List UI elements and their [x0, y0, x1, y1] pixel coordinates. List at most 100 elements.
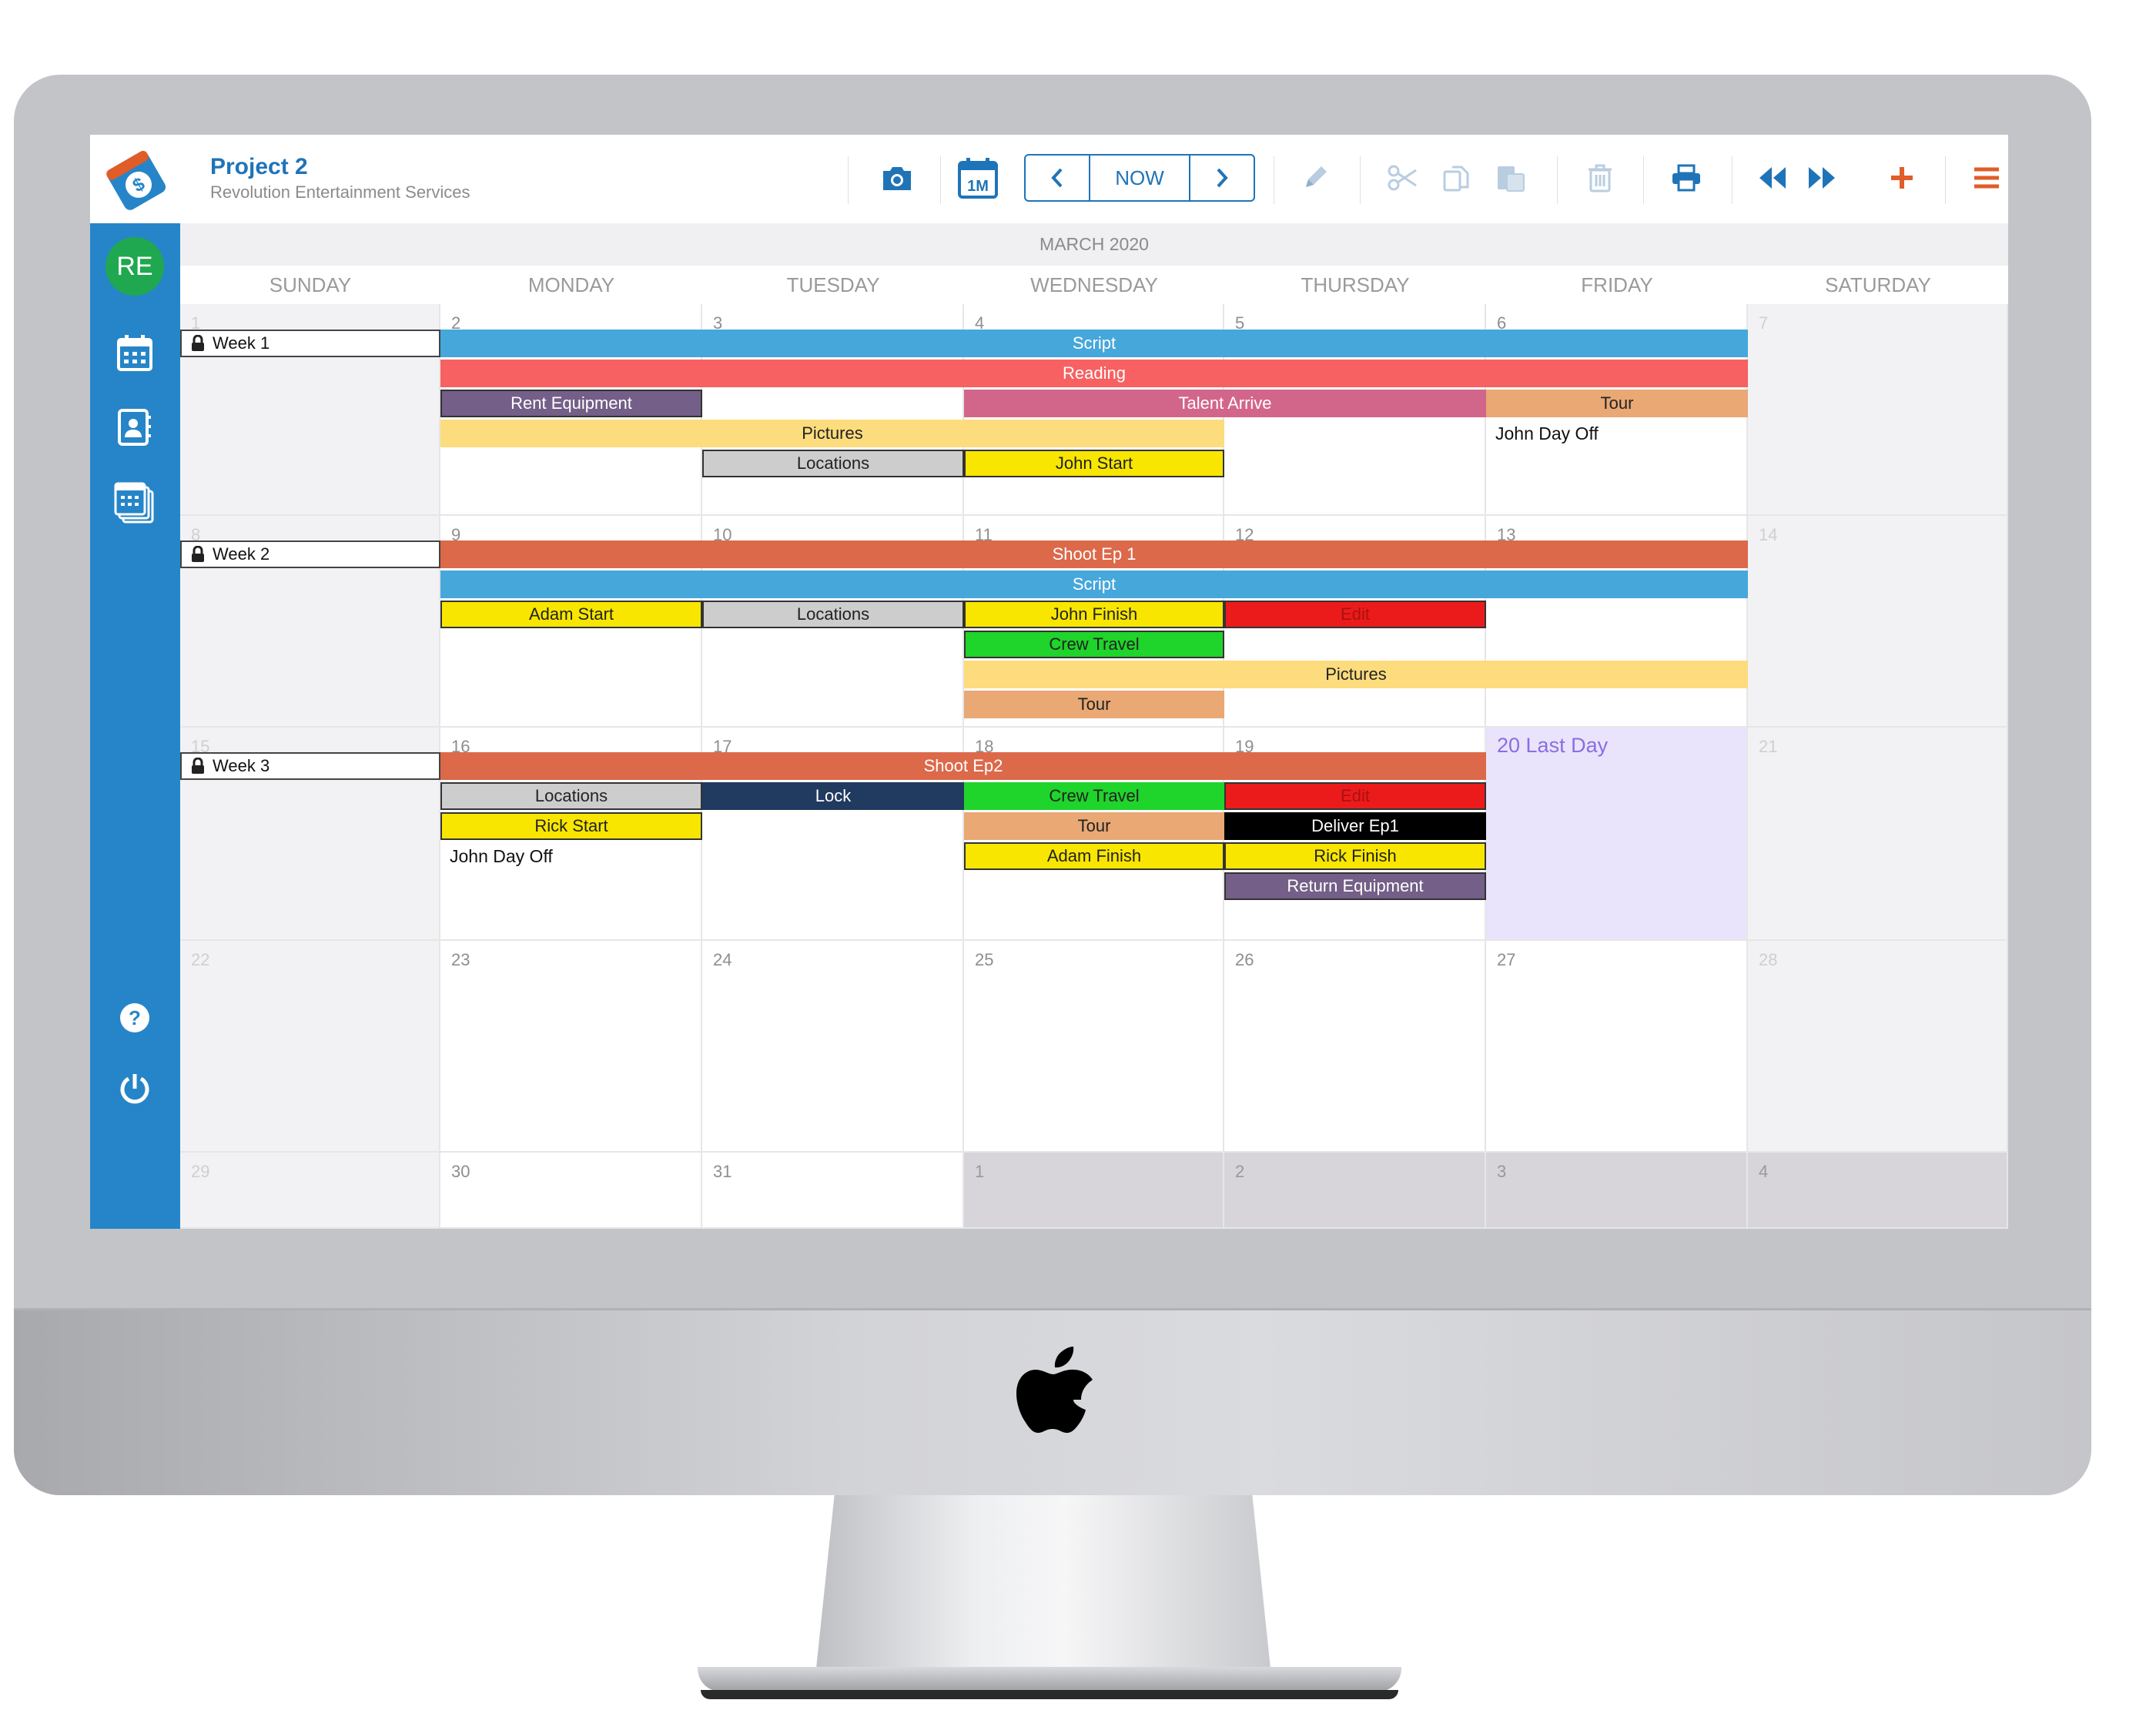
event-w3-shoot-ep2[interactable]: Shoot Ep2 — [440, 752, 1486, 780]
event-w3-return-equipment[interactable]: Return Equipment — [1224, 872, 1486, 900]
day-cell[interactable]: 3 — [1486, 1153, 1748, 1229]
note-w1-john-day-off[interactable]: John Day Off — [1495, 420, 1599, 447]
trash-icon[interactable] — [1578, 156, 1622, 199]
app-logo[interactable]: $ — [90, 135, 180, 224]
event-w1-john-start[interactable]: John Start — [964, 450, 1224, 477]
project-title: Project 2 — [210, 154, 308, 179]
day-number: 3 — [1497, 1162, 1507, 1181]
plus-icon[interactable] — [1880, 156, 1923, 199]
day-cell[interactable]: 7 — [1748, 304, 2008, 516]
day-cell[interactable]: 4 — [1748, 1153, 2008, 1229]
day-header-6: SATURDAY — [1748, 266, 2008, 306]
event-w3-deliver-ep1[interactable]: Deliver Ep1 — [1224, 812, 1486, 840]
day-cell[interactable]: 2 — [1224, 1153, 1486, 1229]
day-cell[interactable]: 21 — [1748, 728, 2008, 941]
day-cell[interactable]: 31 — [702, 1153, 964, 1229]
event-w3-rick-finish[interactable]: Rick Finish — [1224, 842, 1486, 870]
power-icon[interactable] — [113, 1067, 156, 1110]
day-number: 31 — [713, 1162, 732, 1181]
app-logo-icon: $ — [105, 150, 166, 210]
day-number: 24 — [713, 950, 732, 969]
event-w2-locations[interactable]: Locations — [702, 601, 964, 628]
event-w1-talent-arrive[interactable]: Talent Arrive — [964, 390, 1486, 417]
day-number: 22 — [191, 950, 210, 969]
contacts-icon[interactable] — [113, 406, 156, 449]
lock-icon — [192, 546, 204, 562]
day-number: 23 — [451, 950, 470, 969]
event-w3-edit[interactable]: Edit — [1224, 782, 1486, 810]
event-w3-adam-finish[interactable]: Adam Finish — [964, 842, 1224, 870]
day-cell[interactable]: 24 — [702, 941, 964, 1153]
month-label: MARCH 2020 — [180, 223, 2008, 266]
schedules-icon[interactable] — [113, 482, 156, 525]
day-number: 26 — [1235, 950, 1254, 969]
event-w3-tour[interactable]: Tour — [964, 812, 1224, 840]
month-view-icon[interactable]: 1M — [956, 156, 999, 199]
toolbar-divider — [848, 156, 849, 204]
event-w1-locations[interactable]: Locations — [702, 450, 964, 477]
day-number: 25 — [975, 950, 994, 969]
event-w2-john-finish[interactable]: John Finish — [964, 601, 1224, 628]
day-cell[interactable]: 26 — [1224, 941, 1486, 1153]
scissors-icon[interactable] — [1381, 156, 1424, 199]
fast-forward-icon[interactable] — [1800, 156, 1843, 199]
week-label[interactable]: Week 3 — [180, 752, 440, 780]
print-icon[interactable] — [1665, 156, 1708, 199]
day-header-1: MONDAY — [440, 266, 702, 306]
week-label-text: Week 3 — [213, 756, 270, 775]
day-cell[interactable]: 20 Last Day — [1486, 728, 1748, 941]
lock-icon — [192, 758, 204, 774]
toolbar-divider — [1557, 156, 1558, 204]
day-cell[interactable]: 1 — [964, 1153, 1224, 1229]
day-cell[interactable]: 14 — [1748, 516, 2008, 728]
day-number: 1 — [975, 1162, 985, 1181]
day-cell[interactable]: 28 — [1748, 941, 2008, 1153]
event-w2-script[interactable]: Script — [440, 571, 1748, 598]
help-icon[interactable]: ? — [113, 996, 156, 1039]
day-cell[interactable]: 30 — [440, 1153, 702, 1229]
event-w1-tour[interactable]: Tour — [1486, 390, 1748, 417]
monitor-base — [698, 1667, 1401, 1692]
event-w2-adam-start[interactable]: Adam Start — [440, 601, 702, 628]
app-screen: $ Project 2 Revolution Entertainment Ser… — [90, 135, 2008, 1229]
event-w1-reading[interactable]: Reading — [440, 360, 1748, 387]
day-cell[interactable]: 22 — [180, 941, 440, 1153]
event-w1-script[interactable]: Script — [440, 330, 1748, 357]
menu-icon[interactable] — [1965, 156, 2008, 199]
top-toolbar: Project 2 Revolution Entertainment Servi… — [180, 135, 2008, 225]
now-button[interactable]: NOW — [1089, 156, 1190, 200]
today-label: 20 Last Day — [1497, 734, 1609, 757]
prev-button[interactable] — [1026, 156, 1089, 200]
left-sidebar: RE ? — [90, 223, 180, 1229]
paste-icon[interactable] — [1489, 156, 1532, 199]
day-cell[interactable]: 25 — [964, 941, 1224, 1153]
event-w3-locations[interactable]: Locations — [440, 782, 702, 810]
chevron-right-icon — [1217, 168, 1228, 188]
pencil-icon[interactable] — [1294, 156, 1337, 199]
week-label[interactable]: Week 2 — [180, 540, 440, 568]
week-label[interactable]: Week 1 — [180, 330, 440, 357]
event-w2-tour[interactable]: Tour — [964, 691, 1224, 718]
day-cell[interactable]: 29 — [180, 1153, 440, 1229]
camera-icon[interactable] — [875, 156, 919, 199]
event-w2-crew-travel[interactable]: Crew Travel — [964, 631, 1224, 658]
event-w2-edit[interactable]: Edit — [1224, 601, 1486, 628]
next-button[interactable] — [1190, 156, 1254, 200]
event-w3-lock[interactable]: Lock — [702, 782, 964, 810]
company-name: Revolution Entertainment Services — [210, 182, 470, 202]
day-cell[interactable]: 23 — [440, 941, 702, 1153]
note-w3-john-day-off[interactable]: John Day Off — [450, 842, 553, 870]
day-cell[interactable]: 27 — [1486, 941, 1748, 1153]
event-w3-crew-travel[interactable]: Crew Travel — [964, 782, 1224, 810]
copy-icon[interactable] — [1435, 156, 1478, 199]
day-number: 7 — [1759, 313, 1769, 333]
rewind-icon[interactable] — [1751, 156, 1794, 199]
event-w2-pictures[interactable]: Pictures — [964, 661, 1748, 688]
avatar[interactable]: RE — [105, 237, 164, 296]
event-w1-pictures[interactable]: Pictures — [440, 420, 1224, 447]
event-w3-rick-start[interactable]: Rick Start — [440, 812, 702, 840]
calendar-icon[interactable] — [113, 331, 156, 374]
day-number: 29 — [191, 1162, 210, 1181]
event-w2-shoot-ep1[interactable]: Shoot Ep 1 — [440, 540, 1748, 568]
event-w1-rent-equipment[interactable]: Rent Equipment — [440, 390, 702, 417]
